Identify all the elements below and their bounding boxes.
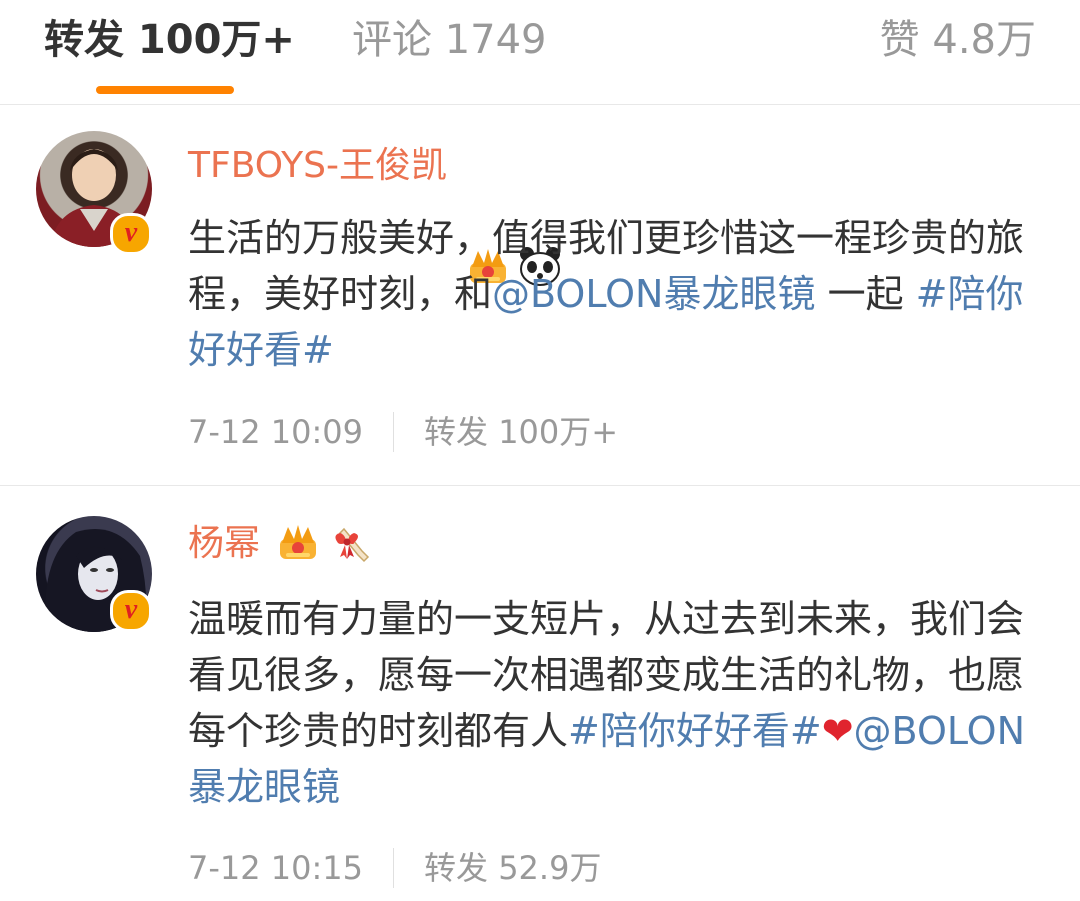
heart-icon: ❤ [821, 709, 854, 753]
tab-reposts[interactable]: 转发 100万+ [44, 14, 295, 66]
timestamp: 7-12 10:15 [188, 849, 364, 887]
repost-count[interactable]: 转发 52.9万 [424, 849, 601, 887]
username[interactable]: 杨幂 [188, 521, 260, 567]
repost-meta: 7-12 10:09 转发 100万+ [188, 412, 618, 452]
repost-content: 生活的万般美好，值得我们更珍惜这一程珍贵的旅程，美好时刻，和@BOLON暴龙眼镜… [188, 210, 1048, 378]
tab-bar: 转发 100万+ 评论 1749 赞 4.8万 [0, 0, 1080, 105]
repost-item[interactable]: v 杨幂 温暖而有力量的一支短片，从过去到未来，我们会看见很多，愿每一次相遇都变… [0, 486, 1080, 901]
active-tab-indicator [96, 86, 234, 94]
verified-icon: v [110, 213, 152, 255]
hashtag-link[interactable]: #陪你好好看# [568, 709, 822, 753]
content-text: 一起 [815, 272, 916, 316]
username[interactable]: TFBOYS-王俊凯 [188, 143, 447, 189]
tab-comments[interactable]: 评论 1749 [352, 14, 547, 66]
crown-icon [280, 525, 316, 559]
repost-meta: 7-12 10:15 转发 52.9万 [188, 848, 601, 888]
divider [393, 848, 395, 888]
verified-icon: v [110, 590, 152, 632]
repost-count[interactable]: 转发 100万+ [424, 413, 618, 451]
repost-item[interactable]: v TFBOYS-王俊凯 生活的万般美好，值得我们更珍惜这一程珍贵的旅程，美好时… [0, 105, 1080, 486]
tab-likes[interactable]: 赞 4.8万 [880, 14, 1036, 66]
divider [393, 412, 395, 452]
username-text[interactable]: TFBOYS-王俊凯 [188, 145, 447, 186]
repost-content: 温暖而有力量的一支短片，从过去到未来，我们会看见很多，愿每一次相遇都变成生活的礼… [188, 591, 1048, 815]
timestamp: 7-12 10:09 [188, 413, 364, 451]
mention-link[interactable]: @BOLON暴龙眼镜 [492, 272, 815, 316]
gift-ribbon-icon [335, 527, 370, 563]
username-text[interactable]: 杨幂 [188, 523, 260, 564]
